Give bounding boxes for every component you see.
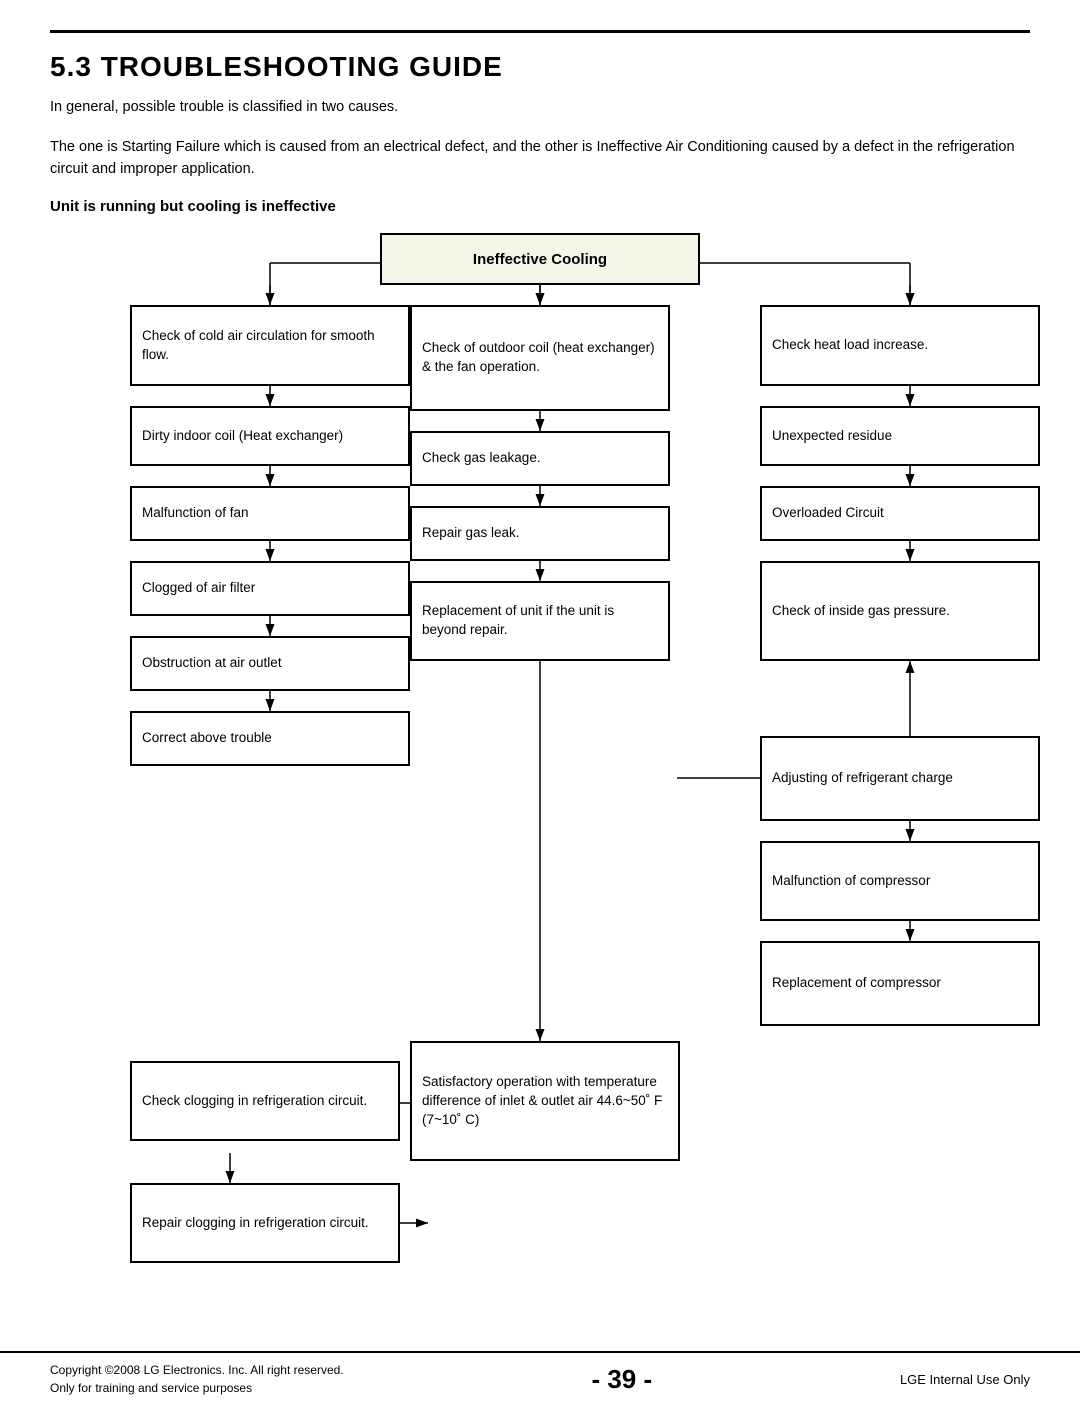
section-subtitle: Unit is running but cooling is ineffecti… [50,198,1030,215]
page-title: 5.3 TROUBLESHOOTING GUIDE [50,51,1030,83]
footer: Copyright ©2008 LG Electronics. Inc. All… [0,1351,1080,1405]
node-mid-5: Satisfactory operation with temperature … [410,1041,680,1161]
footer-training: Only for training and service purposes [50,1379,344,1397]
footer-page-number: - 39 - [591,1364,652,1395]
node-bottom-left-2: Repair clogging in refrigeration circuit… [130,1183,400,1263]
node-right-3: Overloaded Circuit [760,486,1040,541]
node-left-2: Dirty indoor coil (Heat exchanger) [130,406,410,466]
node-left-6: Correct above trouble [130,711,410,766]
node-mid-1: Check of outdoor coil (heat exchanger) &… [410,305,670,411]
intro-text-1: In general, possible trouble is classifi… [50,97,1030,119]
node-bottom-left-1: Check clogging in refrigeration circuit. [130,1061,400,1141]
footer-left: Copyright ©2008 LG Electronics. Inc. All… [50,1361,344,1397]
node-ineffective-cooling: Ineffective Cooling [380,233,700,285]
node-right-1: Check heat load increase. [760,305,1040,386]
node-mid-2: Check gas leakage. [410,431,670,486]
node-mid-4: Replacement of unit if the unit is beyon… [410,581,670,661]
node-right-2: Unexpected residue [760,406,1040,466]
footer-right: LGE Internal Use Only [900,1372,1030,1387]
node-right-7: Replacement of compressor [760,941,1040,1026]
top-border [50,30,1030,33]
node-mid-3: Repair gas leak. [410,506,670,561]
node-right-4: Check of inside gas pressure. [760,561,1040,661]
node-left-1: Check of cold air circulation for smooth… [130,305,410,386]
node-left-3: Malfunction of fan [130,486,410,541]
node-right-5: Adjusting of refrigerant charge [760,736,1040,821]
intro-text-2: The one is Starting Failure which is cau… [50,137,1030,181]
node-right-6: Malfunction of compressor [760,841,1040,921]
footer-copyright: Copyright ©2008 LG Electronics. Inc. All… [50,1361,344,1379]
node-left-5: Obstruction at air outlet [130,636,410,691]
page: 5.3 TROUBLESHOOTING GUIDE In general, po… [0,0,1080,1405]
node-left-4: Clogged of air filter [130,561,410,616]
flowchart: Ineffective Cooling Check of cold air ci… [50,233,1030,1283]
